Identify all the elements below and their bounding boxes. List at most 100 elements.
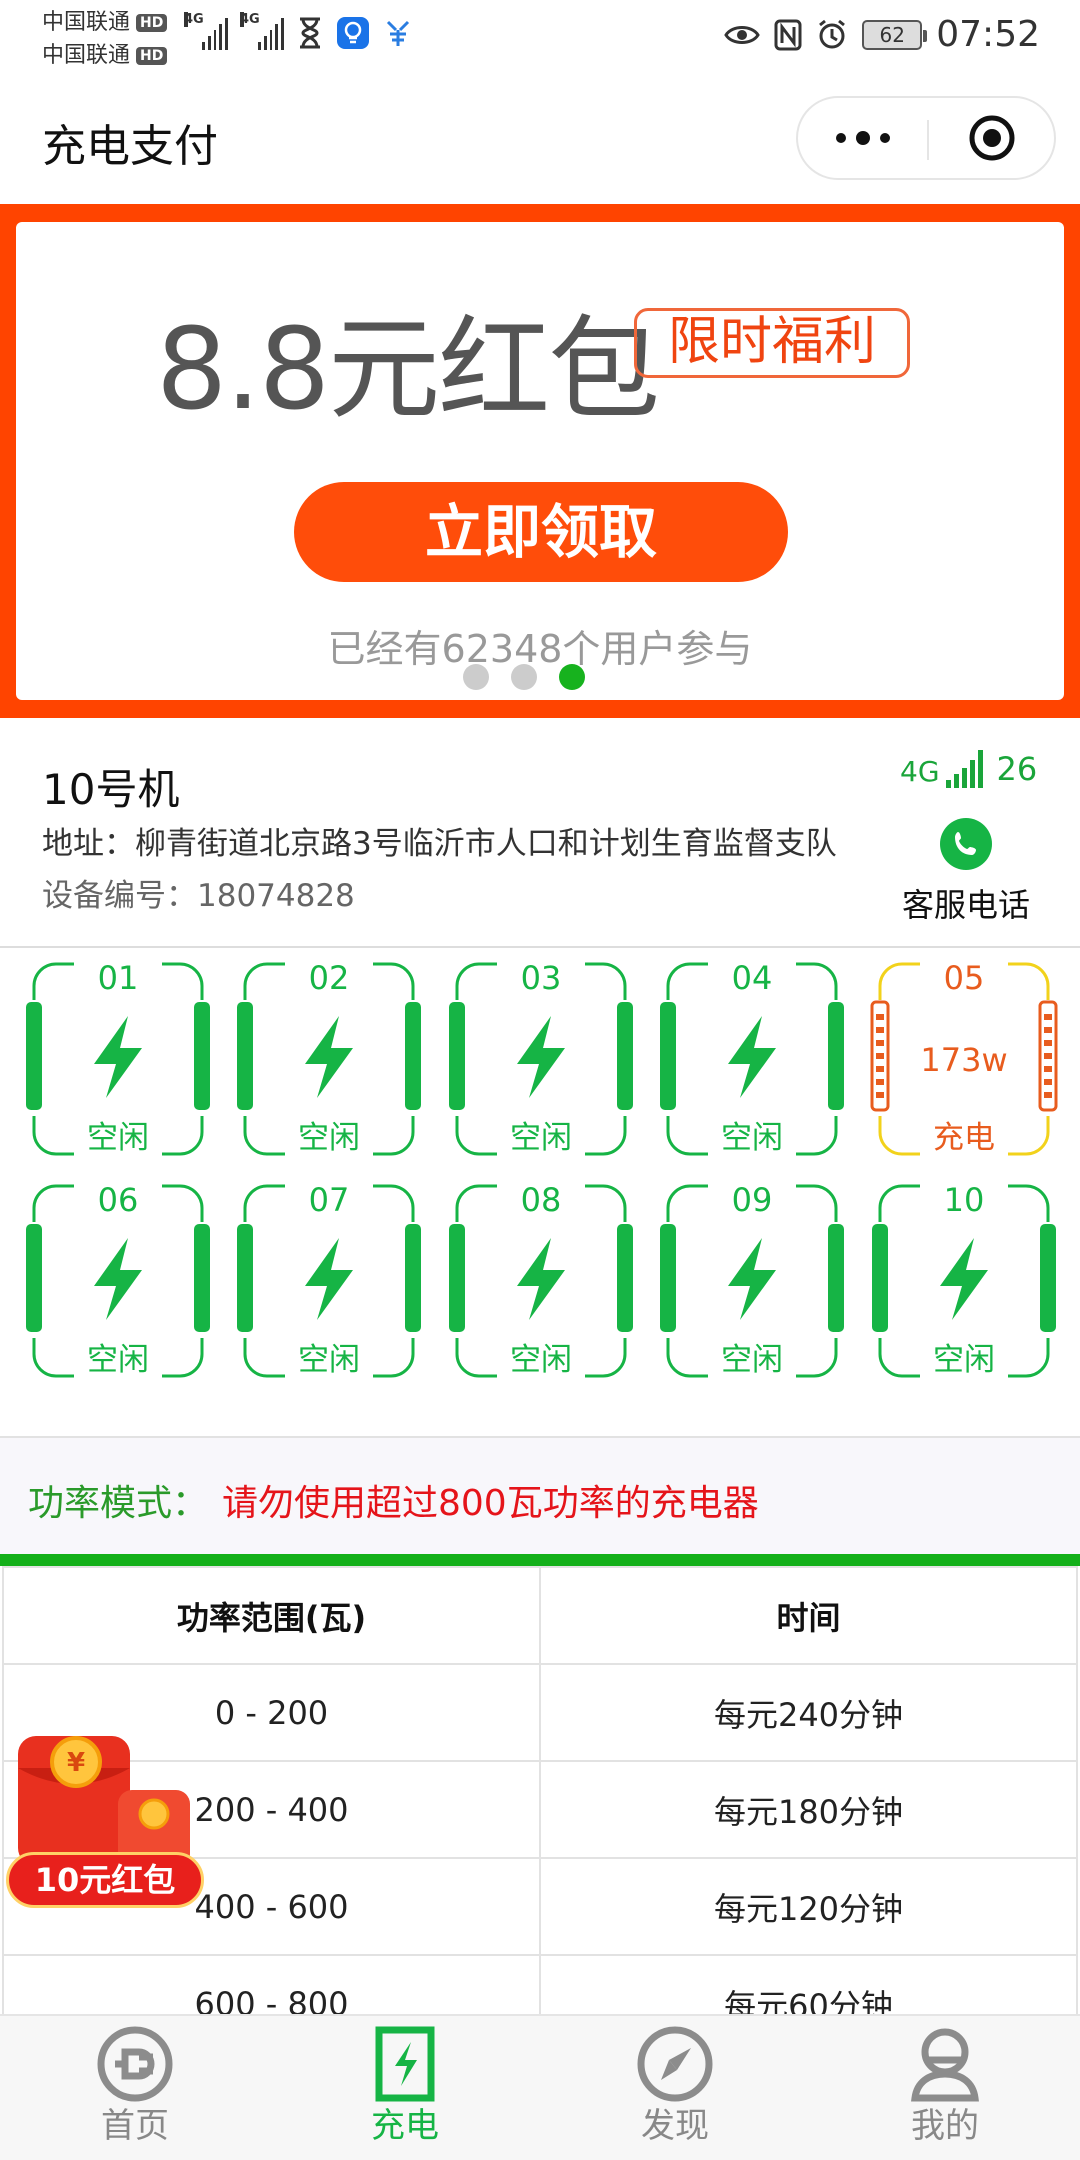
target-icon[interactable] xyxy=(929,98,1054,178)
tab-home[interactable]: 首页 xyxy=(0,2024,270,2160)
claim-button[interactable]: 立即领取 xyxy=(294,482,788,582)
clock: 07:52 xyxy=(936,14,1040,55)
port-number: 06 xyxy=(97,1181,139,1219)
more-dots-icon[interactable] xyxy=(798,98,927,178)
battery-indicator: 62 xyxy=(862,19,928,50)
lightning-icon xyxy=(728,1016,776,1098)
device-code: 设备编号：18074828 xyxy=(42,878,355,914)
port-power: 173w xyxy=(920,1041,1008,1079)
tab-discover-label: 发现 xyxy=(641,2106,709,2146)
table-header-row: 功率范围(瓦) 时间 xyxy=(2,1566,1078,1665)
charging-port-06[interactable]: 06 空闲 xyxy=(24,1178,212,1384)
phone-icon xyxy=(940,818,992,870)
tab-charge[interactable]: 充电 xyxy=(270,2024,540,2160)
table-header-time: 时间 xyxy=(539,1566,1078,1665)
tab-home-label: 首页 xyxy=(101,2106,169,2146)
carrier-1: 中国联通 xyxy=(42,10,131,35)
tab-bar: 首页 充电 发现 我的 xyxy=(0,2014,1080,2160)
table-header-power: 功率范围(瓦) xyxy=(2,1566,541,1665)
status-right: 62 07:52 xyxy=(724,14,1040,55)
port-status: 空闲 xyxy=(721,1342,783,1378)
port-number: 04 xyxy=(731,959,773,997)
nfc-icon xyxy=(774,19,802,51)
table-cell-time: 每元180分钟 xyxy=(539,1760,1078,1859)
promo-banner[interactable]: 8.8元红包 限时福利 立即领取 已经有62348个用户参与 xyxy=(0,204,1080,718)
eye-icon xyxy=(724,23,761,47)
table-top-bar xyxy=(0,1554,1080,1566)
promo-tag: 限时福利 xyxy=(634,308,910,378)
alarm-icon xyxy=(816,19,848,51)
customer-service-button[interactable]: 客服电话 xyxy=(896,818,1036,926)
charging-icon xyxy=(365,2024,445,2104)
app-icon xyxy=(384,18,412,48)
table-cell-time: 每元120分钟 xyxy=(539,1857,1078,1956)
charging-port-05[interactable]: 05 173w 充电 xyxy=(870,956,1058,1162)
charging-port-08[interactable]: 08 空闲 xyxy=(447,1178,635,1384)
floating-red-packet[interactable]: ¥ 10元红包 xyxy=(0,1728,210,1914)
power-mode: 功率模式： 请勿使用超过800瓦功率的充电器 xyxy=(0,1438,1080,1554)
device-name: 10号机 xyxy=(42,765,180,814)
lightning-icon xyxy=(728,1238,776,1320)
power-mode-label: 功率模式： xyxy=(28,1483,209,1524)
plug-icon xyxy=(95,2024,175,2104)
carousel-dots xyxy=(0,664,1048,690)
device-info: 10号机 地址：柳青街道北京路3号临沂市人口和计划生育监督支队 设备编号：180… xyxy=(0,718,1080,948)
tab-profile[interactable]: 我的 xyxy=(810,2024,1080,2160)
promo-amount: 8.8元红包 xyxy=(156,305,660,435)
port-number: 01 xyxy=(97,959,139,997)
lightning-icon xyxy=(94,1238,142,1320)
charging-port-10[interactable]: 10 空闲 xyxy=(870,1178,1058,1384)
signal-group: 4G 4G xyxy=(184,12,412,50)
device-address: 地址：柳青街道北京路3号临沂市人口和计划生育监督支队 xyxy=(42,826,837,862)
port-number: 10 xyxy=(943,1181,985,1219)
lightning-icon xyxy=(305,1238,353,1320)
compass-icon xyxy=(635,2024,715,2104)
port-status: 空闲 xyxy=(510,1120,572,1156)
hourglass-icon xyxy=(298,17,322,49)
carousel-dot-3[interactable] xyxy=(559,664,585,690)
device-signal-icon: 4G 26 xyxy=(900,748,1037,788)
lightning-icon xyxy=(94,1016,142,1098)
power-mode-warning: 请勿使用超过800瓦功率的充电器 xyxy=(222,1483,759,1524)
port-status: 空闲 xyxy=(721,1120,783,1156)
signal-strength-2-icon: 4G xyxy=(240,12,284,50)
charging-port-01[interactable]: 01 空闲 xyxy=(24,956,212,1162)
port-number: 03 xyxy=(520,959,562,997)
port-status: 空闲 xyxy=(933,1342,995,1378)
carousel-dot-1[interactable] xyxy=(463,664,489,690)
signal-strength-1-icon: 4G xyxy=(184,12,228,50)
port-number: 08 xyxy=(520,1181,562,1219)
tab-profile-label: 我的 xyxy=(911,2106,979,2146)
hd-badge-2: HD xyxy=(136,46,168,65)
charging-port-02[interactable]: 02 空闲 xyxy=(235,956,423,1162)
port-status: 空闲 xyxy=(87,1342,149,1378)
lightning-icon xyxy=(940,1238,988,1320)
user-icon xyxy=(905,2024,985,2104)
tab-discover[interactable]: 发现 xyxy=(540,2024,810,2160)
charging-port-09[interactable]: 09 空闲 xyxy=(658,1178,846,1384)
carousel-dot-2[interactable] xyxy=(511,664,537,690)
device-network-label: 4G xyxy=(900,755,940,788)
port-number: 07 xyxy=(308,1181,350,1219)
port-status: 空闲 xyxy=(298,1342,360,1378)
port-status: 空闲 xyxy=(298,1120,360,1156)
charging-ports: 01 空闲 02 空闲 03 空闲 04 空闲 05 173w 充电 06 空闲 07 空闲 08 空闲 09 空闲… xyxy=(0,950,1080,1436)
table-cell-time: 每元240分钟 xyxy=(539,1663,1078,1762)
promo-card: 8.8元红包 限时福利 立即领取 已经有62348个用户参与 xyxy=(16,222,1064,700)
nav-bar: 充电支付 xyxy=(0,78,1080,204)
port-status: 空闲 xyxy=(87,1120,149,1156)
lightbulb-icon xyxy=(336,16,370,50)
tab-charge-label: 充电 xyxy=(371,2106,439,2146)
charging-port-07[interactable]: 07 空闲 xyxy=(235,1178,423,1384)
svg-text:¥: ¥ xyxy=(67,1748,85,1778)
device-signal-value: 26 xyxy=(996,750,1038,788)
status-bar: 中国联通 HD 中国联通 HD 4G 4G 62 07:52 xyxy=(0,0,1080,78)
charging-port-04[interactable]: 04 空闲 xyxy=(658,956,846,1162)
port-status: 充电 xyxy=(933,1120,995,1156)
charging-port-03[interactable]: 03 空闲 xyxy=(447,956,635,1162)
red-packet-label: 10元红包 xyxy=(6,1852,204,1908)
customer-service-label: 客服电话 xyxy=(901,886,1030,924)
port-status: 空闲 xyxy=(510,1342,572,1378)
lightning-icon xyxy=(517,1238,565,1320)
page-title: 充电支付 xyxy=(42,121,218,172)
